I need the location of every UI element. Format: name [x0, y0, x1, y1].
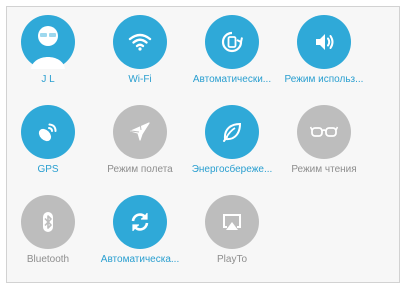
- playto-icon: [205, 195, 259, 249]
- tile-sound-mode[interactable]: Режим использ...: [277, 15, 371, 101]
- user-avatar-icon: [21, 15, 75, 69]
- tile-gps[interactable]: GPS: [1, 105, 95, 191]
- tile-label: Wi-Fi: [128, 74, 152, 85]
- bluetooth-icon: [21, 195, 75, 249]
- tile-label: J L: [41, 74, 55, 85]
- tile-label: PlayTo: [216, 254, 247, 265]
- leaf-icon: [205, 105, 259, 159]
- tile-reading-mode[interactable]: Режим чтения: [277, 105, 371, 191]
- tile-label: Режим полета: [107, 164, 173, 175]
- sound-icon: [297, 15, 351, 69]
- tile-label: Автоматически...: [192, 74, 272, 85]
- tile-user[interactable]: J L: [1, 15, 95, 101]
- gps-icon: [21, 105, 75, 159]
- tile-label: Режим чтения: [291, 164, 357, 175]
- wifi-icon: [113, 15, 167, 69]
- glasses-icon: [297, 105, 351, 159]
- tile-label: Энергосбереже...: [191, 164, 273, 175]
- tile-airplane-mode[interactable]: Режим полета: [93, 105, 187, 191]
- tile-wifi[interactable]: Wi-Fi: [93, 15, 187, 101]
- tile-bluetooth[interactable]: Bluetooth: [1, 195, 95, 281]
- quick-settings-panel: J L Wi-Fi Автоматически... Режим использ…: [6, 6, 400, 283]
- tile-power-saving[interactable]: Энергосбереже...: [185, 105, 279, 191]
- tile-label: GPS: [37, 164, 59, 175]
- sync-icon: [113, 195, 167, 249]
- tile-auto-rotate[interactable]: Автоматически...: [185, 15, 279, 101]
- auto-rotate-icon: [205, 15, 259, 69]
- airplane-icon: [113, 105, 167, 159]
- tile-playto[interactable]: PlayTo: [185, 195, 279, 281]
- tile-label: Автоматическа...: [100, 254, 180, 265]
- tile-label: Режим использ...: [284, 74, 364, 85]
- tile-auto-sync[interactable]: Автоматическа...: [93, 195, 187, 281]
- tile-label: Bluetooth: [26, 254, 70, 265]
